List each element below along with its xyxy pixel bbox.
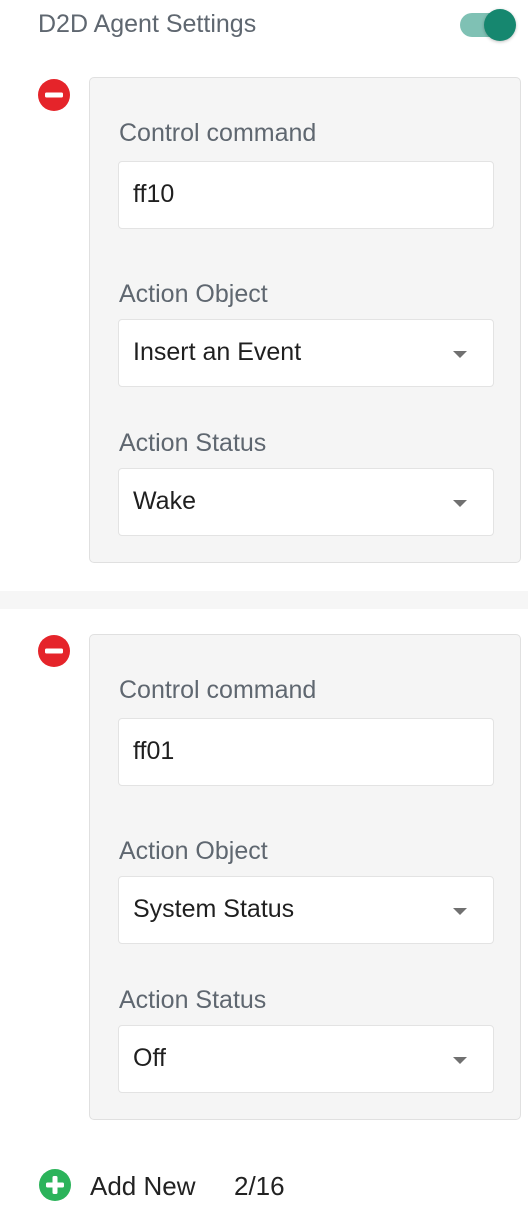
action-status-value: Wake xyxy=(133,487,196,515)
caret-down-icon xyxy=(453,351,467,358)
caret-down-icon xyxy=(453,908,467,915)
action-status-select[interactable]: Wake xyxy=(118,468,494,536)
agent-entry-card: Control command ff10 Action Object Inser… xyxy=(89,77,521,563)
add-new-label: Add New xyxy=(90,1171,196,1201)
action-object-label: Action Object xyxy=(119,837,268,865)
control-command-input[interactable]: ff10 xyxy=(118,161,494,229)
control-command-value: ff10 xyxy=(133,180,175,208)
remove-entry-button[interactable] xyxy=(37,634,71,668)
control-command-label: Control command xyxy=(119,119,317,147)
action-object-value: Insert an Event xyxy=(133,338,302,366)
action-status-value: Off xyxy=(133,1044,166,1072)
section-divider xyxy=(0,591,528,609)
control-command-value: ff01 xyxy=(133,737,175,765)
action-status-select[interactable]: Off xyxy=(118,1025,494,1093)
action-object-select[interactable]: Insert an Event xyxy=(118,319,494,387)
action-object-value: System Status xyxy=(133,895,295,923)
control-command-label: Control command xyxy=(119,676,317,704)
action-object-label: Action Object xyxy=(119,280,268,308)
control-command-input[interactable]: ff01 xyxy=(118,718,494,786)
header: D2D Agent Settings xyxy=(0,0,528,56)
d2d-enable-toggle[interactable] xyxy=(460,9,516,41)
action-object-select[interactable]: System Status xyxy=(118,876,494,944)
toggle-knob xyxy=(484,9,516,41)
action-status-label: Action Status xyxy=(119,986,267,1014)
remove-entry-button[interactable] xyxy=(37,78,71,112)
caret-down-icon xyxy=(453,1057,467,1064)
minus-circle-icon xyxy=(38,79,70,111)
page-title: D2D Agent Settings xyxy=(38,10,257,38)
caret-down-icon xyxy=(453,500,467,507)
add-new-button[interactable]: Add New 2/16 xyxy=(38,1168,338,1206)
entry-count: 2/16 xyxy=(234,1171,285,1201)
agent-entry-card: Control command ff01 Action Object Syste… xyxy=(89,634,521,1120)
action-status-label: Action Status xyxy=(119,429,267,457)
minus-circle-icon xyxy=(38,635,70,667)
plus-circle-icon xyxy=(39,1169,71,1201)
